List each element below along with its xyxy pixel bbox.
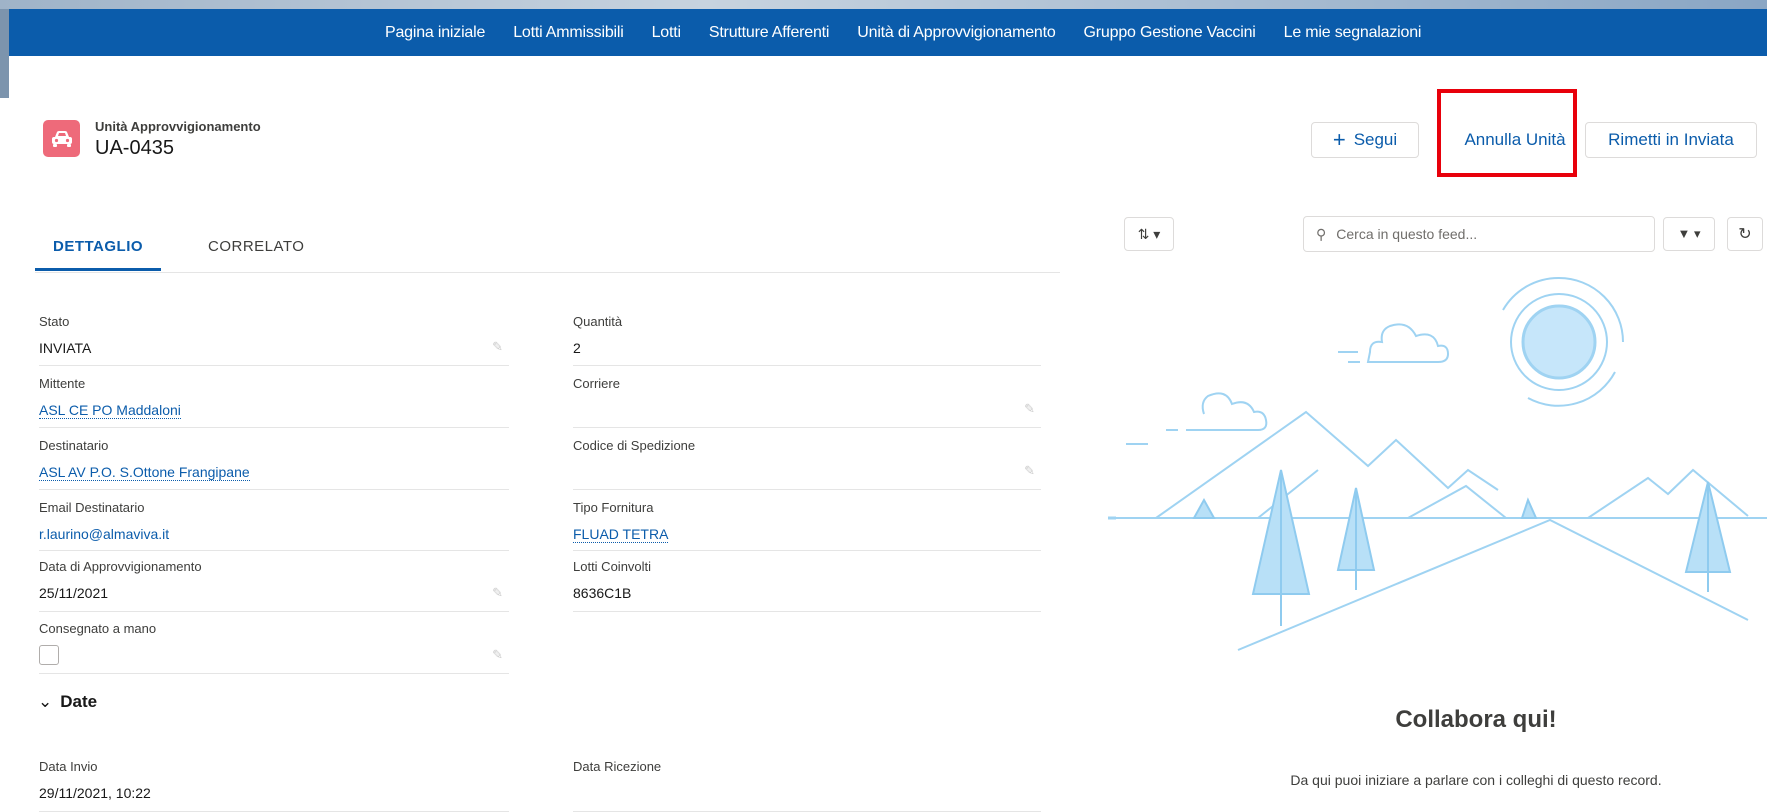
filter-button[interactable]: ▼ ▾ bbox=[1663, 217, 1715, 251]
filter-icon: ▼ ▾ bbox=[1677, 226, 1701, 241]
search-icon: ⚲ bbox=[1316, 225, 1327, 242]
feed-empty-title: Collabora qui! bbox=[1395, 706, 1557, 733]
resend-button[interactable]: Rimetti in Inviata bbox=[1585, 122, 1757, 158]
field-data-ricezione: Data Ricezione bbox=[573, 757, 1041, 812]
active-tab-indicator bbox=[35, 268, 161, 271]
field-link[interactable]: ASL AV P.O. S.Ottone Frangipane bbox=[39, 464, 250, 481]
nav-items: Pagina iniziale Lotti Ammissibili Lotti … bbox=[385, 9, 1449, 56]
sort-icon: ⇅ ▾ bbox=[1137, 225, 1161, 242]
section-title: Date bbox=[60, 692, 98, 711]
nav-item-strutture-afferenti[interactable]: Strutture Afferenti bbox=[709, 24, 830, 42]
field-label: Data Invio bbox=[39, 759, 98, 774]
field-label: Mittente bbox=[39, 376, 86, 391]
record-tabs: DETTAGLIO CORRELATO bbox=[35, 230, 1060, 273]
nav-item-lotti-ammissibili[interactable]: Lotti Ammissibili bbox=[513, 24, 624, 42]
field-label: Quantità bbox=[573, 314, 623, 329]
car-icon bbox=[43, 120, 80, 157]
field-tipo-fornitura: Tipo Fornitura FLUAD TETRA bbox=[573, 498, 1041, 551]
record-name: UA-0435 bbox=[95, 137, 174, 159]
field-destinatario: Destinatario ASL AV P.O. S.Ottone Frangi… bbox=[39, 436, 509, 490]
field-value: 2 bbox=[573, 340, 581, 356]
plus-icon: + bbox=[1332, 127, 1346, 152]
field-label: Email Destinatario bbox=[39, 500, 145, 515]
field-stato: Stato INVIATA ✎ bbox=[39, 312, 509, 366]
field-quantita: Quantità 2 bbox=[573, 312, 1041, 366]
field-email: Email Destinatario r.laurino@almaviva.it bbox=[39, 498, 509, 551]
field-label: Data Ricezione bbox=[573, 759, 662, 774]
edit-pencil-icon[interactable]: ✎ bbox=[492, 339, 503, 355]
sort-button[interactable]: ⇅ ▾ bbox=[1124, 217, 1174, 251]
field-link[interactable]: ASL CE PO Maddaloni bbox=[39, 402, 181, 419]
refresh-button[interactable]: ↻ bbox=[1727, 217, 1763, 251]
field-lotti-coinvolti: Lotti Coinvolti 8636C1B bbox=[573, 557, 1041, 612]
collaboration-illustration bbox=[1108, 276, 1767, 651]
field-label: Codice di Spedizione bbox=[573, 438, 696, 453]
field-consegnato: Consegnato a mano ✎ bbox=[39, 619, 509, 674]
field-corriere: Corriere ✎ bbox=[573, 374, 1041, 428]
section-date-toggle[interactable]: ⌄ Date bbox=[38, 692, 97, 712]
nav-item-unita-approvvigionamento[interactable]: Unità di Approvvigionamento bbox=[857, 24, 1055, 42]
field-data-invio: Data Invio 29/11/2021, 10:22 bbox=[39, 757, 509, 812]
field-data-approvvigionamento: Data di Approvvigionamento 25/11/2021 ✎ bbox=[39, 557, 509, 612]
resend-label: Rimetti in Inviata bbox=[1608, 130, 1734, 149]
field-email-link[interactable]: r.laurino@almaviva.it bbox=[39, 526, 169, 542]
top-decorative-band bbox=[0, 0, 1767, 9]
edit-pencil-icon[interactable]: ✎ bbox=[492, 647, 503, 663]
follow-button[interactable]: + Segui bbox=[1311, 122, 1419, 158]
tab-related[interactable]: CORRELATO bbox=[208, 238, 304, 255]
nav-item-gruppo-gestione-vaccini[interactable]: Gruppo Gestione Vaccini bbox=[1084, 24, 1256, 42]
feed-empty-subtitle: Da qui puoi iniziare a parlare con i col… bbox=[1290, 772, 1662, 788]
nav-item-lotti[interactable]: Lotti bbox=[652, 24, 681, 42]
nav-item-home[interactable]: Pagina iniziale bbox=[385, 24, 485, 42]
edit-pencil-icon[interactable]: ✎ bbox=[492, 585, 503, 601]
field-label: Corriere bbox=[573, 376, 620, 391]
nav-item-segnalazioni[interactable]: Le mie segnalazioni bbox=[1284, 24, 1422, 42]
highlight-box bbox=[1437, 89, 1577, 177]
tab-detail[interactable]: DETTAGLIO bbox=[53, 238, 143, 255]
field-value: 29/11/2021, 10:22 bbox=[39, 785, 151, 801]
field-link[interactable]: FLUAD TETRA bbox=[573, 526, 669, 543]
field-label: Tipo Fornitura bbox=[573, 500, 654, 515]
field-value: 25/11/2021 bbox=[39, 585, 109, 601]
field-value: INVIATA bbox=[39, 340, 92, 356]
left-decorative-strip bbox=[0, 9, 9, 98]
field-label: Stato bbox=[39, 314, 70, 329]
consegnato-checkbox[interactable] bbox=[39, 645, 59, 665]
refresh-icon: ↻ bbox=[1738, 226, 1752, 243]
field-value: 8636C1B bbox=[573, 585, 632, 601]
edit-pencil-icon[interactable]: ✎ bbox=[1024, 463, 1035, 479]
record-type-label: Unità Approvvigionamento bbox=[95, 119, 261, 134]
field-label: Data di Approvvigionamento bbox=[39, 559, 202, 574]
feed-search-input[interactable] bbox=[1334, 225, 1639, 243]
field-codice-spedizione: Codice di Spedizione ✎ bbox=[573, 436, 1041, 490]
edit-pencil-icon[interactable]: ✎ bbox=[1024, 401, 1035, 417]
field-label: Destinatario bbox=[39, 438, 109, 453]
field-mittente: Mittente ASL CE PO Maddaloni bbox=[39, 374, 509, 428]
chevron-down-icon: ⌄ bbox=[38, 692, 53, 711]
field-label: Consegnato a mano bbox=[39, 621, 157, 636]
field-label: Lotti Coinvolti bbox=[573, 559, 652, 574]
feed-search-box: ⚲ bbox=[1303, 216, 1655, 252]
navigation-bar: Pagina iniziale Lotti Ammissibili Lotti … bbox=[9, 9, 1767, 56]
follow-button-label: Segui bbox=[1353, 130, 1398, 149]
